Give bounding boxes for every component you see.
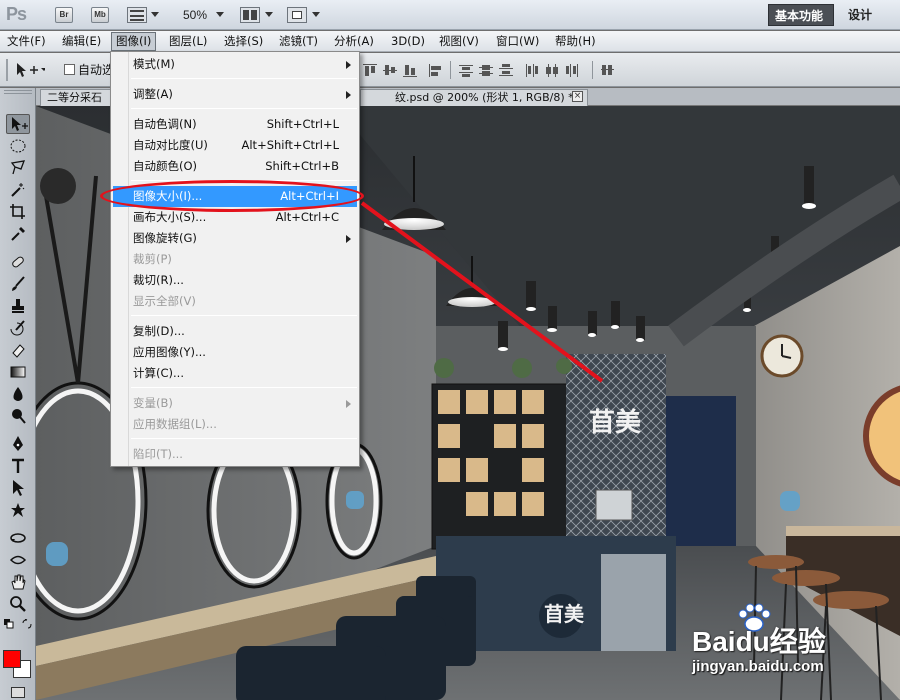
annotation-arrow	[360, 201, 604, 383]
watermark-url: jingyan.baidu.com	[692, 658, 824, 675]
annotation-ellipse	[100, 180, 364, 212]
watermark-brand: Baidu经验	[692, 626, 826, 657]
baidu-jingyan-watermark: Baidu经验 jingyan.baidu.com	[688, 596, 858, 682]
